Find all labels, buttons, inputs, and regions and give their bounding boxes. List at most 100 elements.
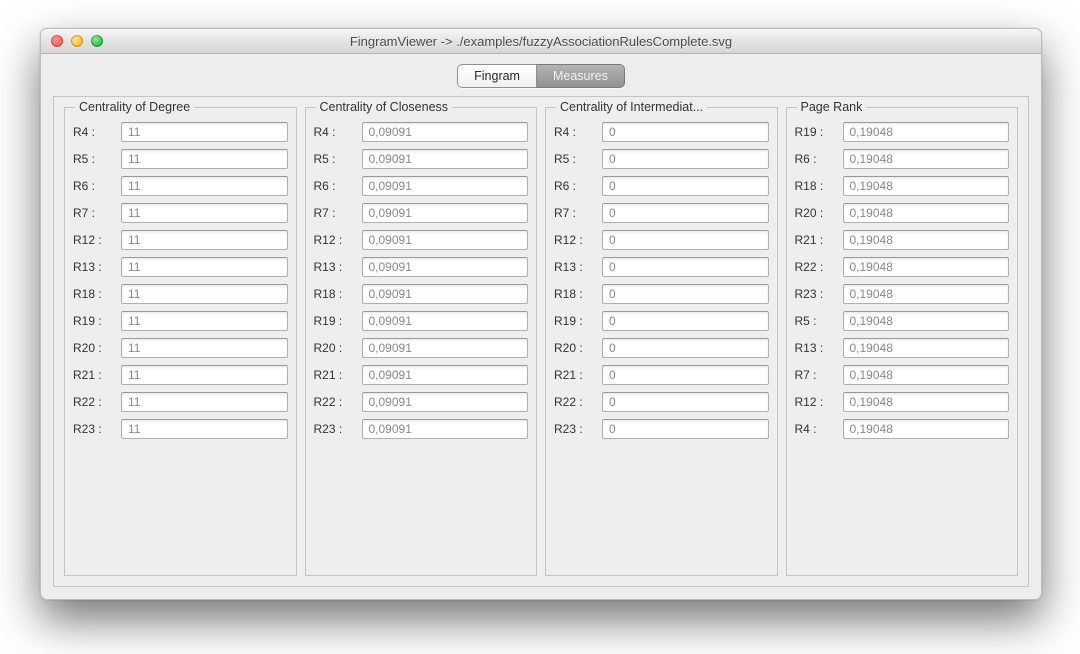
metric-label: R18 : [314, 287, 362, 301]
metric-value-field[interactable]: 0,09091 [362, 122, 529, 142]
metric-label: R13 : [554, 260, 602, 274]
metric-label: R19 : [554, 314, 602, 328]
metric-value-field[interactable]: 0,09091 [362, 284, 529, 304]
metric-value-field[interactable]: 0 [602, 230, 769, 250]
metric-value-field[interactable]: 0,19048 [843, 257, 1010, 277]
metric-row: R22 :0 [554, 392, 769, 412]
metric-value-field[interactable]: 11 [121, 149, 288, 169]
minimize-icon[interactable] [71, 35, 83, 47]
metric-value-field[interactable]: 0,09091 [362, 176, 529, 196]
metric-value-field[interactable]: 0,19048 [843, 365, 1010, 385]
metric-row: R18 :0,19048 [795, 176, 1010, 196]
metric-value-field[interactable]: 11 [121, 365, 288, 385]
metric-value-field[interactable]: 0,09091 [362, 338, 529, 358]
metric-value-field[interactable]: 0,19048 [843, 176, 1010, 196]
metric-value-field[interactable]: 0 [602, 284, 769, 304]
metric-label: R20 : [73, 341, 121, 355]
metric-value-field[interactable]: 0 [602, 419, 769, 439]
metric-label: R12 : [73, 233, 121, 247]
metric-label: R13 : [314, 260, 362, 274]
metric-value-field[interactable]: 0 [602, 257, 769, 277]
group-title: Centrality of Degree [75, 100, 194, 114]
metric-value-field[interactable]: 0 [602, 392, 769, 412]
metric-label: R6 : [795, 152, 843, 166]
metric-value-field[interactable]: 0,19048 [843, 392, 1010, 412]
metric-value-field[interactable]: 0 [602, 176, 769, 196]
metric-value-field[interactable]: 11 [121, 122, 288, 142]
metric-value-field[interactable]: 0 [602, 149, 769, 169]
metric-row: R19 :0,19048 [795, 122, 1010, 142]
metric-row: R13 :0,19048 [795, 338, 1010, 358]
metric-value-field[interactable]: 11 [121, 203, 288, 223]
metric-label: R22 : [73, 395, 121, 409]
metric-value-field[interactable]: 0,09091 [362, 392, 529, 412]
metric-label: R22 : [554, 395, 602, 409]
metric-value-field[interactable]: 0,19048 [843, 203, 1010, 223]
metric-row: R18 :0,09091 [314, 284, 529, 304]
metric-value-field[interactable]: 0 [602, 122, 769, 142]
metric-row: R12 :0 [554, 230, 769, 250]
metric-row: R7 :0,19048 [795, 365, 1010, 385]
metric-label: R5 : [73, 152, 121, 166]
metric-label: R20 : [314, 341, 362, 355]
metric-value-field[interactable]: 0,09091 [362, 257, 529, 277]
zoom-icon[interactable] [91, 35, 103, 47]
window-title: FingramViewer -> ./examples/fuzzyAssocia… [41, 34, 1041, 49]
metric-value-field[interactable]: 0 [602, 365, 769, 385]
metric-row: R23 :0,19048 [795, 284, 1010, 304]
metric-row: R19 :0 [554, 311, 769, 331]
metric-value-field[interactable]: 0,19048 [843, 311, 1010, 331]
metric-value-field[interactable]: 0,09091 [362, 419, 529, 439]
metric-label: R18 : [795, 179, 843, 193]
metric-label: R7 : [795, 368, 843, 382]
metric-value-field[interactable]: 0 [602, 311, 769, 331]
group-title: Centrality of Closeness [316, 100, 453, 114]
metric-value-field[interactable]: 0,19048 [843, 419, 1010, 439]
metric-value-field[interactable]: 0,19048 [843, 122, 1010, 142]
metric-label: R12 : [795, 395, 843, 409]
metric-value-field[interactable]: 0 [602, 338, 769, 358]
metric-label: R6 : [73, 179, 121, 193]
metric-value-field[interactable]: 0,09091 [362, 365, 529, 385]
metric-row: R6 :0 [554, 176, 769, 196]
metric-row: R5 :0 [554, 149, 769, 169]
metric-label: R21 : [795, 233, 843, 247]
metric-value-field[interactable]: 0,19048 [843, 284, 1010, 304]
metric-row: R22 :0,09091 [314, 392, 529, 412]
metric-row: R7 :0,09091 [314, 203, 529, 223]
metric-value-field[interactable]: 11 [121, 419, 288, 439]
metric-label: R4 : [554, 125, 602, 139]
metric-label: R19 : [314, 314, 362, 328]
metric-label: R5 : [795, 314, 843, 328]
metric-value-field[interactable]: 11 [121, 392, 288, 412]
metric-value-field[interactable]: 11 [121, 176, 288, 196]
metric-label: R18 : [554, 287, 602, 301]
close-icon[interactable] [51, 35, 63, 47]
metric-value-field[interactable]: 11 [121, 338, 288, 358]
metric-label: R23 : [314, 422, 362, 436]
metric-value-field[interactable]: 0 [602, 203, 769, 223]
metric-value-field[interactable]: 11 [121, 230, 288, 250]
group-centrality-degree: Centrality of Degree R4 :11R5 :11R6 :11R… [64, 107, 297, 576]
metric-value-field[interactable]: 0,09091 [362, 311, 529, 331]
metric-value-field[interactable]: 0,19048 [843, 230, 1010, 250]
metric-row: R18 :11 [73, 284, 288, 304]
metric-value-field[interactable]: 0,19048 [843, 338, 1010, 358]
metric-value-field[interactable]: 0,09091 [362, 149, 529, 169]
metric-value-field[interactable]: 11 [121, 257, 288, 277]
metric-label: R19 : [73, 314, 121, 328]
tab-fingram[interactable]: Fingram [457, 64, 537, 88]
metric-row: R5 :11 [73, 149, 288, 169]
tab-measures[interactable]: Measures [537, 64, 625, 88]
metric-label: R7 : [314, 206, 362, 220]
metric-row: R21 :0,19048 [795, 230, 1010, 250]
metric-row: R13 :0,09091 [314, 257, 529, 277]
metric-value-field[interactable]: 11 [121, 311, 288, 331]
metric-value-field[interactable]: 11 [121, 284, 288, 304]
metric-value-field[interactable]: 0,19048 [843, 149, 1010, 169]
metric-value-field[interactable]: 0,09091 [362, 230, 529, 250]
metric-value-field[interactable]: 0,09091 [362, 203, 529, 223]
metric-label: R6 : [554, 179, 602, 193]
group-centrality-intermediation: Centrality of Intermediat... R4 :0R5 :0R… [545, 107, 778, 576]
metric-label: R21 : [73, 368, 121, 382]
